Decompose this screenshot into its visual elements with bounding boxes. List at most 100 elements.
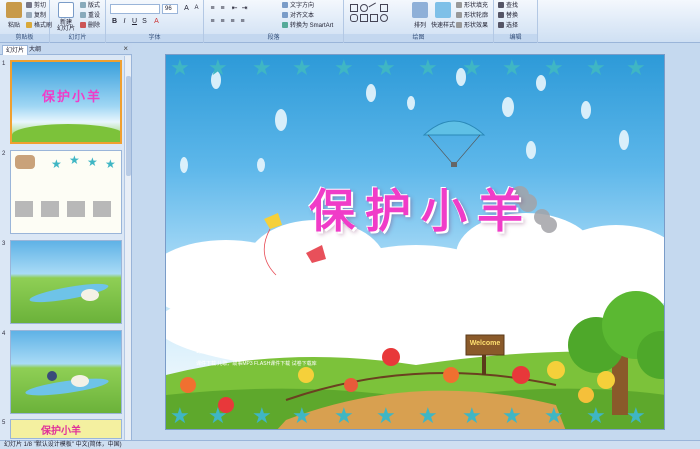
oval-shape-icon[interactable] xyxy=(360,4,368,12)
font-group: 96 A A B I U S A 字体 xyxy=(106,0,204,43)
underline-button[interactable]: U xyxy=(130,17,139,26)
format-painter-button[interactable]: 格式刷 xyxy=(26,22,52,31)
bold-button[interactable]: B xyxy=(110,17,119,26)
slide-title[interactable]: 保护小羊 xyxy=(286,175,556,241)
font-size-box[interactable]: 96 xyxy=(162,4,178,14)
font-color-button[interactable]: A xyxy=(152,17,161,26)
slide-thumbnail-1[interactable]: 保护小羊 xyxy=(10,60,122,144)
grow-font-icon[interactable]: A xyxy=(182,4,191,13)
font-name-box[interactable] xyxy=(110,4,160,14)
star-icon: ★ xyxy=(586,403,606,428)
binoculars-icon xyxy=(498,2,504,8)
text-direction-button[interactable]: 文字方向 xyxy=(282,2,314,11)
bullets-icon[interactable]: ≡ xyxy=(208,4,217,13)
star-icon: ★ xyxy=(502,55,522,80)
slide-thumbnail-4[interactable] xyxy=(10,330,122,414)
quick-styles-button[interactable]: 快速样式 xyxy=(430,2,456,32)
panel-scrollbar[interactable] xyxy=(124,56,131,440)
decrease-indent-icon[interactable]: ⇤ xyxy=(230,4,239,13)
select-button[interactable]: 选择 xyxy=(498,22,518,31)
shape-fill-button[interactable]: 形状填充 xyxy=(456,2,488,11)
star-icon: ★ xyxy=(51,157,62,171)
slide-thumbnail-2[interactable]: ★ ★ ★ ★ xyxy=(10,150,122,234)
fill-bucket-icon xyxy=(456,2,462,8)
align-text-button[interactable]: 对齐文本 xyxy=(282,12,314,21)
star-shape-icon[interactable] xyxy=(380,14,388,22)
arrow-shape-icon[interactable] xyxy=(370,14,378,22)
thumb-sheep xyxy=(71,375,89,387)
welcome-sign-text: Welcome xyxy=(469,340,501,347)
star-icon: ★ xyxy=(418,55,438,80)
thumb-animal-image xyxy=(15,155,35,169)
star-icon: ★ xyxy=(69,153,80,167)
thumb-river xyxy=(24,375,110,399)
ribbon: 粘贴 剪切 复制 格式刷 剪贴板 新建 幻灯片 版式 重设 删除 幻灯片 96 … xyxy=(0,0,700,43)
star-icon: ★ xyxy=(87,155,98,169)
slide-number: 5 xyxy=(2,420,6,426)
strikethrough-button[interactable]: S xyxy=(140,17,149,26)
increase-indent-icon[interactable]: ⇥ xyxy=(240,4,249,13)
thumb-title: 保护小羊 xyxy=(41,426,81,437)
paste-icon xyxy=(6,2,22,18)
star-icon: ★ xyxy=(292,403,312,428)
find-button[interactable]: 查找 xyxy=(498,2,518,11)
panel-tabs: 幻灯片 大纲 × xyxy=(0,43,132,55)
drawing-group-label: 绘图 xyxy=(344,34,493,42)
star-icon: ★ xyxy=(376,403,396,428)
clipboard-group-label: 剪贴板 xyxy=(0,34,49,42)
new-slide-button[interactable]: 新建 幻灯片 xyxy=(53,2,79,32)
shape-effects-button[interactable]: 形状效果 xyxy=(456,22,488,31)
star-icon: ★ xyxy=(170,403,190,428)
slides-group-label: 幻灯片 xyxy=(50,34,105,42)
rounded-rect-shape-icon[interactable] xyxy=(350,14,358,22)
star-icon: ★ xyxy=(170,55,190,80)
replace-button[interactable]: 替换 xyxy=(498,12,518,21)
rectangle-shape-icon[interactable] xyxy=(350,4,358,12)
star-icon: ★ xyxy=(292,55,312,80)
align-center-icon[interactable]: ≡ xyxy=(218,17,227,26)
copy-icon xyxy=(26,12,32,18)
delete-slide-button[interactable]: 删除 xyxy=(80,22,100,31)
cut-button[interactable]: 剪切 xyxy=(26,2,46,11)
tab-outline[interactable]: 大纲 xyxy=(26,45,44,55)
slide-thumbnail-3[interactable] xyxy=(10,240,122,324)
tab-slides[interactable]: 幻灯片 xyxy=(2,45,29,55)
numbering-icon[interactable]: ≡ xyxy=(218,4,227,13)
slide-thumbnail-5[interactable]: 保护小羊 xyxy=(10,419,122,439)
star-icon: ★ xyxy=(418,403,438,428)
scrollbar-thumb[interactable] xyxy=(126,76,131,176)
paste-button[interactable]: 粘贴 xyxy=(2,2,26,32)
current-slide[interactable]: ★ ★ ★ ★ ★ ★ ★ ★ ★ ★ ★ ★ ★ ★ ★ ★ ★ ★ ★ ★ … xyxy=(165,54,665,430)
close-icon[interactable]: × xyxy=(123,44,128,53)
shape-outline-button[interactable]: 形状轮廓 xyxy=(456,12,488,21)
align-left-icon[interactable]: ≡ xyxy=(208,17,217,26)
star-icon: ★ xyxy=(544,403,564,428)
justify-icon[interactable]: ≡ xyxy=(238,17,247,26)
layout-icon xyxy=(80,2,86,8)
watermark-url: ziyuan.baby611.com xyxy=(252,346,326,355)
copy-button[interactable]: 复制 xyxy=(26,12,46,21)
star-icon: ★ xyxy=(208,403,228,428)
brush-icon xyxy=(26,22,32,28)
star-icon: ★ xyxy=(586,55,606,80)
smartart-icon xyxy=(282,22,288,28)
reset-button[interactable]: 重设 xyxy=(80,12,100,21)
arrange-button[interactable]: 排列 xyxy=(408,2,432,32)
editing-group-label: 编辑 xyxy=(494,34,537,42)
thumb-grass xyxy=(12,124,120,142)
italic-button[interactable]: I xyxy=(120,17,129,26)
textbox-shape-icon[interactable] xyxy=(380,4,388,12)
thumb-title: 保护小羊 xyxy=(42,89,103,104)
scissors-icon xyxy=(26,2,32,8)
watermark-sub: 课件下载 儿歌、故事MP3 FLASH课件下载 试卷下载库 xyxy=(196,361,317,367)
thumb-animal-row xyxy=(15,201,119,217)
star-icon: ★ xyxy=(502,403,522,428)
triangle-shape-icon[interactable] xyxy=(360,14,368,22)
smartart-button[interactable]: 转换为 SmartArt xyxy=(282,22,333,31)
star-icon: ★ xyxy=(208,55,228,80)
star-icon: ★ xyxy=(626,403,646,428)
line-shape-icon[interactable] xyxy=(368,2,380,14)
align-right-icon[interactable]: ≡ xyxy=(228,17,237,26)
layout-button[interactable]: 版式 xyxy=(80,2,100,11)
shrink-font-icon[interactable]: A xyxy=(192,4,201,13)
